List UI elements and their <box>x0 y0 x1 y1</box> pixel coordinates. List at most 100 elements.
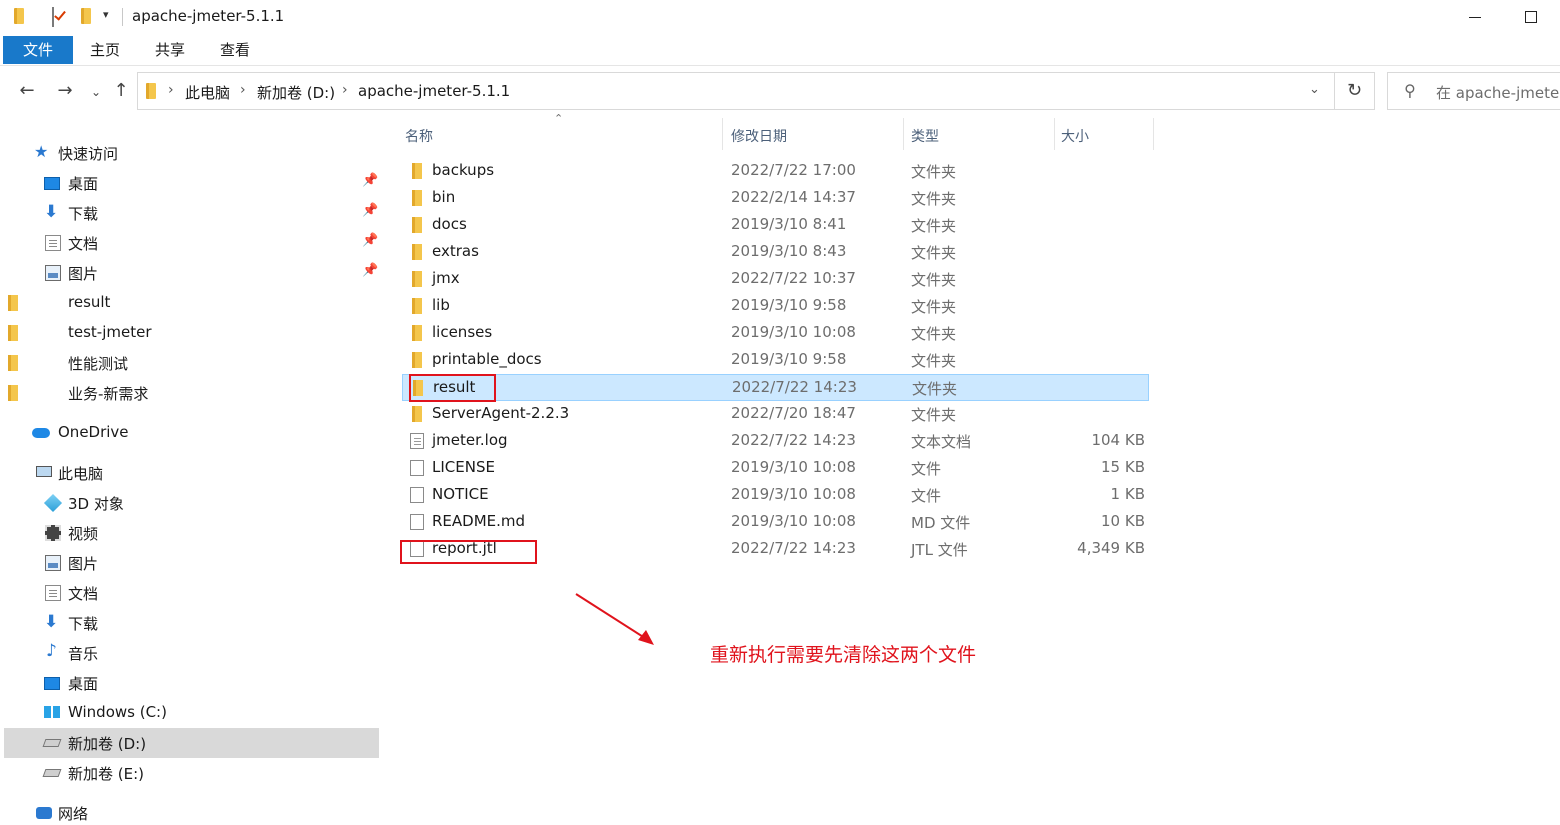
refresh-button[interactable]: ↻ <box>1335 72 1375 110</box>
column-header-label: 大小 <box>1061 129 1089 145</box>
file-name: bin <box>432 188 456 206</box>
file-size: 104 KB <box>1091 431 1145 449</box>
file-row[interactable]: lib 2019/3/10 9:58 文件夹 <box>402 293 1149 320</box>
nav-label: 3D 对象 <box>68 495 124 513</box>
document-icon <box>45 585 61 601</box>
file-name: LICENSE <box>432 458 495 476</box>
nav-label: 性能测试 <box>68 355 129 373</box>
nav-drive-c[interactable]: Windows (C:) <box>4 698 379 728</box>
nav-onedrive[interactable]: OneDrive <box>4 418 379 448</box>
column-header-name[interactable]: 名称 <box>397 118 722 150</box>
nav-pc-downloads[interactable]: ⬇ 下载 <box>4 608 379 638</box>
tab-home[interactable]: 主页 <box>80 36 130 64</box>
file-row[interactable]: LICENSE 2019/3/10 10:08 文件 15 KB <box>402 455 1149 482</box>
file-row[interactable]: result 2022/7/22 14:23 文件夹 <box>402 374 1149 401</box>
new-folder-icon[interactable] <box>81 8 91 24</box>
file-type: 文件夹 <box>911 163 957 181</box>
nav-desktop[interactable]: 桌面 📌 <box>4 168 379 198</box>
nav-documents[interactable]: 文档 📌 <box>4 228 379 258</box>
folder-icon <box>412 217 422 233</box>
column-header-size[interactable]: 大小 <box>1055 118 1153 150</box>
file-row[interactable]: README.md 2019/3/10 10:08 MD 文件 10 KB <box>402 509 1149 536</box>
chevron-right-icon[interactable]: › <box>240 82 246 98</box>
tab-share[interactable]: 共享 <box>145 36 195 64</box>
nav-videos[interactable]: 视频 <box>4 518 379 548</box>
nav-test-jmeter[interactable]: test-jmeter <box>4 318 379 348</box>
file-row[interactable]: jmx 2022/7/22 10:37 文件夹 <box>402 266 1149 293</box>
file-name: docs <box>432 215 467 233</box>
annotation-arrow <box>575 593 654 645</box>
nav-network[interactable]: 网络 <box>4 798 379 825</box>
nav-pc-pictures[interactable]: 图片 <box>4 548 379 578</box>
column-header-date[interactable]: 修改日期 <box>723 118 903 150</box>
file-row[interactable]: backups 2022/7/22 17:00 文件夹 <box>402 158 1149 185</box>
window-title: apache-jmeter-5.1.1 <box>132 7 285 25</box>
nav-music[interactable]: ♪ 音乐 <box>4 638 379 668</box>
breadcrumb-current-folder[interactable]: apache-jmeter-5.1.1 <box>358 82 510 100</box>
chevron-right-icon[interactable]: › <box>168 82 174 98</box>
cloud-icon <box>32 428 50 438</box>
maximize-button[interactable] <box>1511 4 1551 30</box>
chevron-right-icon[interactable]: › <box>342 82 348 98</box>
nav-perf-test[interactable]: 性能测试 <box>4 348 379 378</box>
column-header-label: 名称 <box>405 129 433 145</box>
nav-3d-objects[interactable]: 3D 对象 <box>4 488 379 518</box>
pin-icon[interactable]: 📌 <box>362 233 378 248</box>
nav-label: 新加卷 (E:) <box>68 765 145 783</box>
folder-icon <box>8 295 18 311</box>
file-name: backups <box>432 161 495 179</box>
pin-icon[interactable]: 📌 <box>362 263 378 278</box>
nav-pc-documents[interactable]: 文档 <box>4 578 379 608</box>
address-bar[interactable]: › 此电脑 › 新加卷 (D:) › apache-jmeter-5.1.1 ⌄ <box>137 72 1335 110</box>
breadcrumb-this-pc[interactable]: 此电脑 <box>185 82 230 103</box>
forward-arrow-icon[interactable]: → <box>53 80 77 101</box>
pin-icon[interactable]: 📌 <box>362 173 378 188</box>
file-type: 文件夹 <box>911 352 957 370</box>
file-name: NOTICE <box>432 485 489 503</box>
file-name: lib <box>432 296 450 314</box>
file-row[interactable]: jmeter.log 2022/7/22 14:23 文本文档 104 KB <box>402 428 1149 455</box>
file-type: 文件夹 <box>911 217 957 235</box>
properties-icon[interactable] <box>52 7 54 27</box>
column-divider[interactable] <box>1153 118 1154 150</box>
file-name: printable_docs <box>432 350 542 368</box>
up-arrow-icon[interactable]: ↑ <box>109 80 133 101</box>
drive-icon <box>42 769 62 777</box>
tab-view[interactable]: 查看 <box>210 36 260 64</box>
breadcrumb-drive-d[interactable]: 新加卷 (D:) <box>257 82 335 103</box>
folder-icon <box>412 271 422 287</box>
nav-quick-access[interactable]: ★ 快速访问 <box>4 138 379 168</box>
highlight-box-report <box>400 540 537 564</box>
file-row[interactable]: NOTICE 2019/3/10 10:08 文件 1 KB <box>402 482 1149 509</box>
nav-result[interactable]: result <box>4 288 379 318</box>
nav-new-requirements[interactable]: 业务-新需求 <box>4 378 379 408</box>
folder-icon <box>412 163 422 179</box>
nav-pictures[interactable]: 图片 📌 <box>4 258 379 288</box>
nav-label: 视频 <box>68 525 99 543</box>
column-header-type[interactable]: 类型 <box>904 118 1054 150</box>
recent-locations-chevron-icon[interactable]: ⌄ <box>84 85 108 99</box>
chevron-down-icon[interactable]: ⌄ <box>1309 82 1320 97</box>
nav-pc-desktop[interactable]: 桌面 <box>4 668 379 698</box>
nav-label: 此电脑 <box>58 465 104 483</box>
nav-drive-e[interactable]: 新加卷 (E:) <box>4 758 379 788</box>
search-input[interactable]: ⚲ 在 apache-jmeter <box>1387 72 1560 110</box>
nav-downloads[interactable]: ⬇ 下载 📌 <box>4 198 379 228</box>
minimize-button[interactable] <box>1455 4 1495 30</box>
pin-icon[interactable]: 📌 <box>362 203 378 218</box>
file-row[interactable]: ServerAgent-2.2.3 2022/7/20 18:47 文件夹 <box>402 401 1149 428</box>
file-icon <box>410 487 424 503</box>
file-date: 2019/3/10 10:08 <box>731 323 856 341</box>
back-arrow-icon[interactable]: ← <box>15 80 39 101</box>
file-row[interactable]: licenses 2019/3/10 10:08 文件夹 <box>402 320 1149 347</box>
file-row[interactable]: printable_docs 2019/3/10 9:58 文件夹 <box>402 347 1149 374</box>
nav-this-pc[interactable]: 此电脑 <box>4 458 379 488</box>
file-row[interactable]: docs 2019/3/10 8:41 文件夹 <box>402 212 1149 239</box>
highlight-box-result <box>409 374 496 402</box>
quick-access-dropdown[interactable]: ▾ <box>103 8 109 21</box>
tab-file[interactable]: 文件 <box>3 36 73 64</box>
nav-drive-d[interactable]: 新加卷 (D:) <box>4 728 379 758</box>
file-row[interactable]: bin 2022/2/14 14:37 文件夹 <box>402 185 1149 212</box>
file-row[interactable]: extras 2019/3/10 8:43 文件夹 <box>402 239 1149 266</box>
nav-label: Windows (C:) <box>68 703 167 721</box>
